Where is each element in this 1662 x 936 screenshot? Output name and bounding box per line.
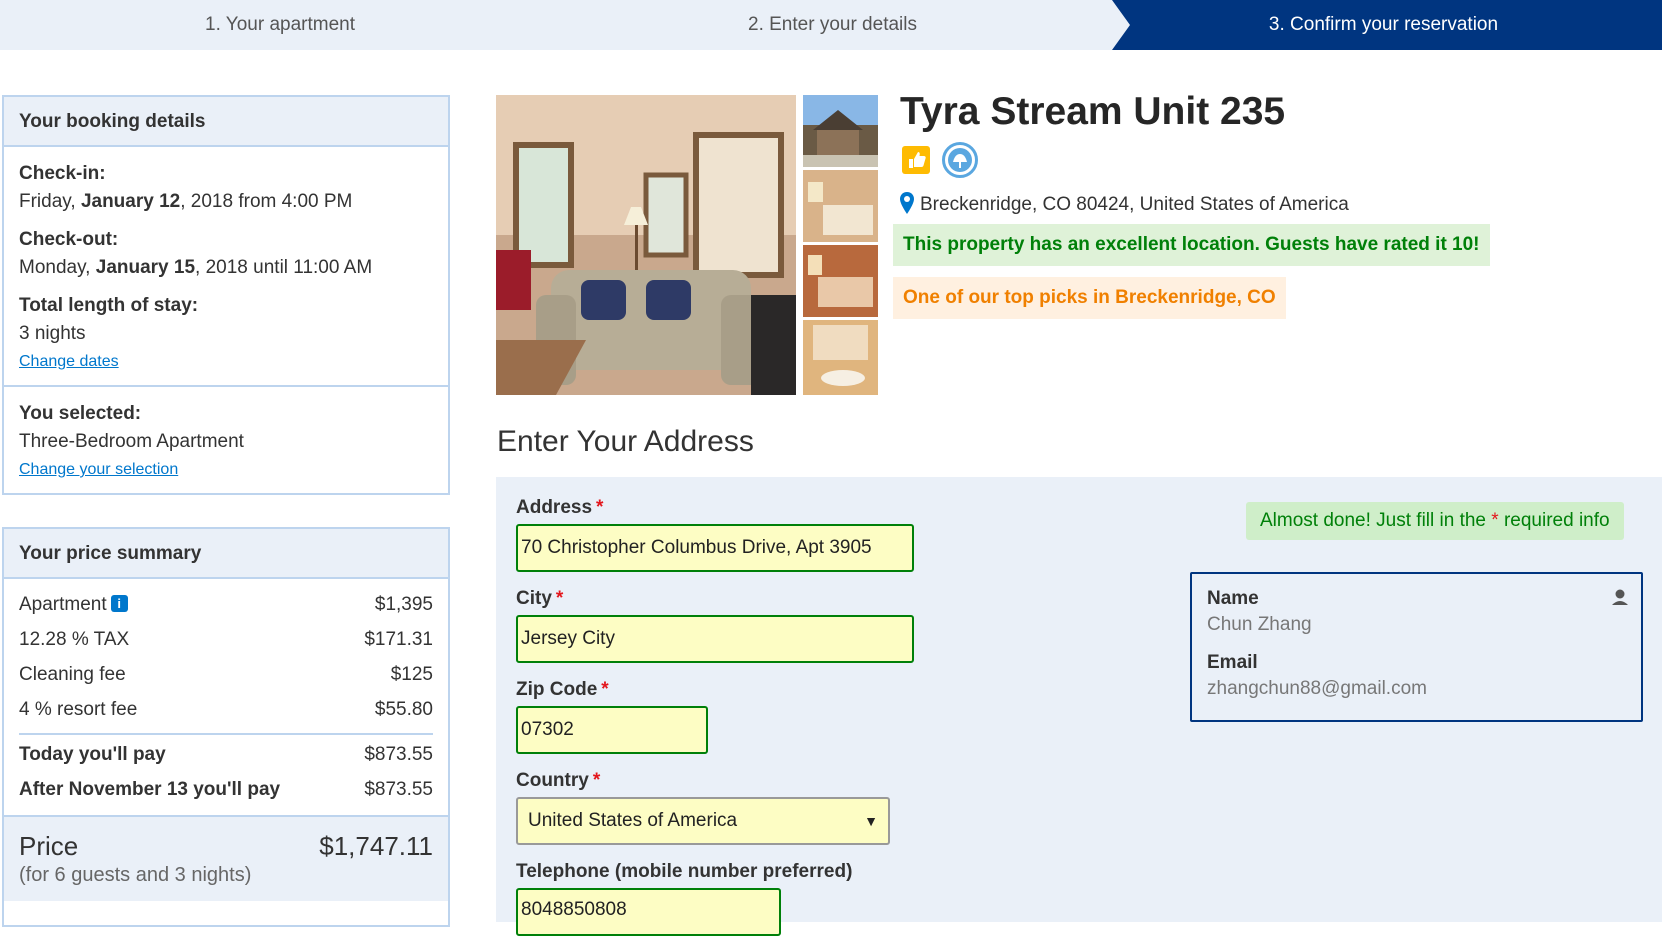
required-marker: * [601,679,609,700]
after-pay-label: After November 13 you'll pay [19,779,281,800]
step-confirm-reservation: 3. Confirm your reservation [1268,14,1499,35]
tax-label: 12.28 % TAX [19,629,130,650]
change-selection-link[interactable]: Change your selection [19,461,178,479]
address-label-text: Address [516,497,593,518]
thumbnail-photo-bedroom-2[interactable] [803,245,878,317]
zip-code-label: Zip Code * [516,679,609,701]
almost-done-notice: Almost done! Just fill in the * required… [1246,502,1624,540]
top-pick-banner: One of our top picks in Breckenridge, CO [893,277,1286,319]
property-address: Breckenridge, CO 80424, United States of… [900,192,1349,216]
checkout-time: , 2018 until 11:00 AM [195,257,373,278]
location-rating-banner: This property has an excellent location.… [893,224,1490,266]
city-label-text: City [516,588,552,609]
step-your-apartment[interactable]: 1. Your apartment [0,0,560,50]
apartment-price: $1,395 [374,594,433,615]
property-title: Tyra Stream Unit 235 [900,90,1286,133]
selected-label: You selected: [19,403,142,424]
selection-section: You selected: Three-Bedroom Apartment Ch… [4,385,448,493]
selected-value: Three-Bedroom Apartment [19,431,244,452]
main-property-photo[interactable] [496,95,796,395]
property-address-text: Breckenridge, CO 80424, United States of… [920,194,1349,215]
thumbnail-photo-bedroom[interactable] [803,170,878,242]
thumbnail-photo-bathroom[interactable] [803,320,878,395]
checkout-date: January 15 [95,257,196,278]
guest-name-value: Chun Zhang [1207,614,1312,635]
booking-details-header: Your booking details [4,97,448,147]
checkin-value: Friday, January 12, 2018 from 4:00 PM [19,191,433,213]
address-input[interactable]: 70 Christopher Columbus Drive, Apt 3905 [516,524,914,572]
guest-email-value: zhangchun88@gmail.com [1207,678,1427,699]
after-pay-value: $873.55 [364,779,433,800]
stay-length-label: Total length of stay: [19,295,199,316]
required-marker: * [1491,510,1499,531]
price-divider [19,733,433,735]
map-pin-icon[interactable] [900,192,914,214]
price-row-resort: 4 % resort fee $55.80 [19,692,433,727]
apartment-label: Apartment [19,594,107,615]
total-price-value: $1,747.11 [319,831,433,861]
checkin-time: , 2018 from 4:00 PM [180,191,353,212]
booking-dates-section: Check-in: Friday, January 12, 2018 from … [4,147,448,385]
telephone-label: Telephone (mobile number preferred) [516,861,853,882]
user-icon [1612,589,1628,605]
thumbnail-photo-exterior[interactable] [803,95,878,167]
telephone-input[interactable]: 8048850808 [516,888,781,936]
required-marker: * [596,497,604,518]
cleaning-label: Cleaning fee [19,664,126,685]
resort-fee-price: $55.80 [374,699,433,720]
country-select-value: United States of America [528,810,738,831]
almost-done-text: Almost done! Just fill in the [1260,510,1492,531]
cleaning-price: $125 [390,664,433,685]
country-select[interactable]: United States of America ▼ [516,797,890,845]
price-row-after: After November 13 you'll pay $873.55 [19,772,433,807]
total-price-row: Price $1,747.11 [19,831,433,862]
required-marker: * [592,770,601,791]
price-summary-header: Your price summary [4,529,448,579]
step-enter-details[interactable]: 2. Enter your details [560,0,1105,50]
price-row-cleaning: Cleaning fee $125 [19,657,433,692]
country-label-text: Country [516,770,589,791]
info-icon[interactable]: i [110,595,128,612]
sustainability-icon [942,142,978,178]
checkin-date: January 12 [80,191,181,212]
price-row-label: Apartment i [19,587,128,622]
price-breakdown: Apartment i $1,395 12.28 % TAX $171.31 Cl… [4,579,448,815]
dropdown-arrow-icon: ▼ [864,813,878,829]
checkout-value: Monday, January 15, 2018 until 11:00 AM [19,257,433,279]
total-price-label: Price [19,831,79,861]
checkout-day: Monday, [19,257,96,278]
tax-price: $171.31 [364,629,433,650]
country-label: Country * [516,770,600,792]
today-pay-label: Today you'll pay [19,744,166,765]
price-summary-card: Your price summary Apartment i $1,395 12.… [2,527,450,927]
guest-email-label: Email [1207,652,1258,673]
price-row-today: Today you'll pay $873.55 [19,737,433,772]
required-marker: * [555,588,564,609]
thumbs-up-icon [902,146,930,174]
guest-name-label: Name [1207,588,1259,609]
total-price-note: (for 6 guests and 3 nights) [19,864,252,886]
resort-fee-label: 4 % resort fee [19,699,138,720]
address-form-title: Enter Your Address [497,425,754,458]
city-label: City * [516,588,563,610]
checkout-label: Check-out: [19,229,119,250]
almost-done-text-end: required info [1498,510,1610,531]
change-dates-link[interactable]: Change dates [19,353,119,371]
price-total: Price $1,747.11 (for 6 guests and 3 nigh… [4,815,448,901]
address-label: Address * [516,497,603,519]
price-row-tax: 12.28 % TAX $171.31 [19,622,433,657]
today-pay-value: $873.55 [364,744,433,765]
zip-code-input[interactable]: 07302 [516,706,708,754]
booking-details-card: Your booking details Check-in: Friday, J… [2,95,450,495]
price-row-apartment: Apartment i $1,395 [19,587,433,622]
city-input[interactable]: Jersey City [516,615,914,663]
guest-info-card: Name Chun Zhang Email zhangchun88@gmail.… [1190,572,1643,722]
checkin-label: Check-in: [19,163,106,184]
checkin-day: Friday, [19,191,81,212]
stay-length-value: 3 nights [19,323,86,344]
progress-steps: 1. Your apartment 2. Enter your details … [0,0,1662,50]
zip-code-label-text: Zip Code [516,679,598,700]
